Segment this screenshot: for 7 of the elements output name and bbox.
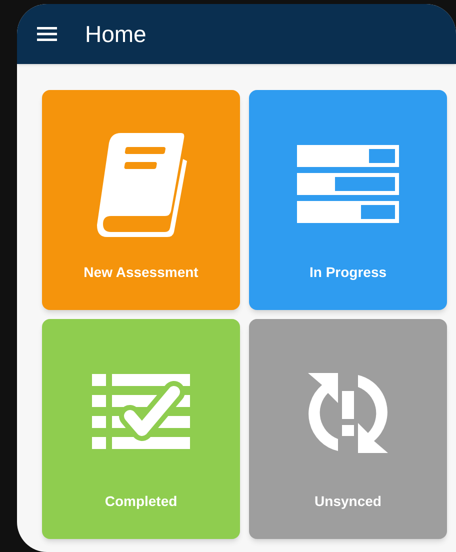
menu-icon[interactable] (37, 27, 57, 41)
menu-tile[interactable]: In Progress (249, 90, 447, 310)
menu-tile[interactable]: Unsynced (249, 319, 447, 539)
menu-tile[interactable]: Completed (42, 319, 240, 539)
menu-tile[interactable]: New Assessment (42, 90, 240, 310)
app-title: Home (85, 20, 146, 49)
progress-bars-icon (295, 142, 401, 224)
